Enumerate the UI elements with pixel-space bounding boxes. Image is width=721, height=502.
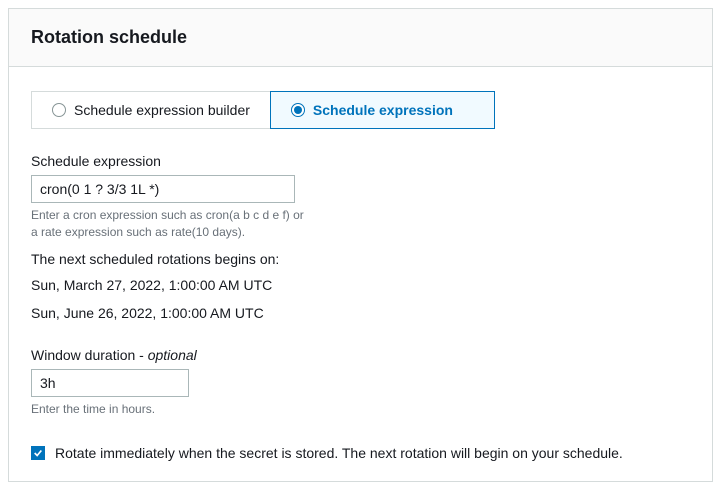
- radio-icon: [52, 103, 66, 117]
- panel-title: Rotation schedule: [31, 27, 690, 48]
- next-rotations-title: The next scheduled rotations begins on:: [31, 251, 690, 267]
- schedule-expression-input[interactable]: [31, 175, 295, 203]
- rotation-date: Sun, June 26, 2022, 1:00:00 AM UTC: [31, 305, 690, 321]
- tab-label: Schedule expression builder: [74, 102, 250, 118]
- schedule-expression-field: Schedule expression Enter a cron express…: [31, 153, 690, 241]
- rotate-immediately-checkbox[interactable]: [31, 446, 45, 460]
- window-duration-label: Window duration - optional: [31, 347, 690, 363]
- schedule-expression-label: Schedule expression: [31, 153, 690, 169]
- rotation-schedule-panel: Rotation schedule Schedule expression bu…: [8, 8, 713, 482]
- rotate-immediately-row: Rotate immediately when the secret is st…: [31, 445, 690, 461]
- window-duration-input[interactable]: [31, 369, 189, 397]
- schedule-expression-help: Enter a cron expression such as cron(a b…: [31, 207, 311, 241]
- tab-label: Schedule expression: [313, 102, 453, 118]
- window-duration-help: Enter the time in hours.: [31, 401, 311, 418]
- check-icon: [33, 448, 43, 458]
- tab-schedule-expression-builder[interactable]: Schedule expression builder: [31, 91, 271, 129]
- radio-icon: [291, 103, 305, 117]
- schedule-mode-tabs: Schedule expression builder Schedule exp…: [31, 91, 690, 129]
- window-duration-field: Window duration - optional Enter the tim…: [31, 347, 690, 418]
- rotate-immediately-label: Rotate immediately when the secret is st…: [55, 445, 623, 461]
- next-rotations-section: The next scheduled rotations begins on: …: [31, 251, 690, 321]
- panel-header: Rotation schedule: [9, 9, 712, 67]
- panel-body: Schedule expression builder Schedule exp…: [9, 67, 712, 481]
- tab-schedule-expression[interactable]: Schedule expression: [270, 91, 495, 129]
- rotation-date: Sun, March 27, 2022, 1:00:00 AM UTC: [31, 277, 690, 293]
